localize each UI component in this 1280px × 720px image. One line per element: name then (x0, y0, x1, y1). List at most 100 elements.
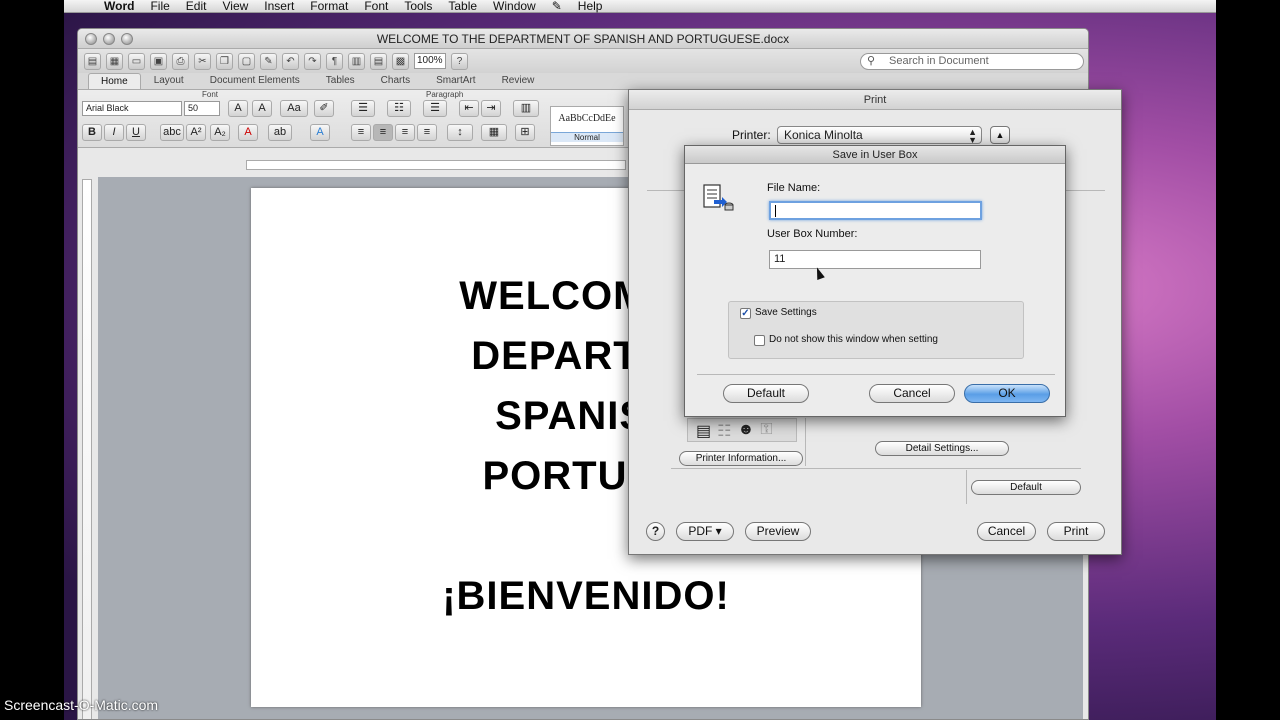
tab-charts[interactable]: Charts (368, 72, 423, 89)
multilevel-list-button[interactable]: ☰ (423, 100, 447, 117)
horizontal-ruler[interactable] (246, 160, 626, 170)
toolbox-icon[interactable]: ▩ (392, 52, 409, 70)
collapse-details-button[interactable]: ▲ (990, 126, 1010, 144)
print-icon[interactable]: ⎙ (172, 52, 189, 70)
align-center-button[interactable]: ≡ (373, 124, 393, 141)
show-formatting-icon[interactable]: ¶ (326, 52, 343, 70)
menu-edit[interactable]: Edit (186, 0, 207, 13)
clear-formatting-icon[interactable]: ✐ (314, 100, 334, 117)
pdf-menu-button[interactable]: PDF ▾ (676, 522, 734, 541)
gallery-icon[interactable]: ▤ (370, 52, 387, 70)
subscript-button[interactable]: A₂ (210, 124, 230, 141)
menu-tools[interactable]: Tools (404, 0, 432, 13)
align-right-button[interactable]: ≡ (395, 124, 415, 141)
cut-icon[interactable]: ✂ (194, 52, 211, 70)
redo-icon[interactable]: ↷ (304, 52, 321, 70)
user-box-number-input[interactable]: 11 (769, 250, 981, 269)
do-not-show-checkbox[interactable] (754, 335, 765, 346)
sidebar-icon[interactable]: ▥ (348, 52, 365, 70)
menu-insert[interactable]: Insert (264, 0, 294, 13)
user-box-divider (697, 374, 1055, 375)
help-button[interactable]: ? (646, 522, 665, 541)
style-name: Normal (551, 132, 623, 142)
menu-table[interactable]: Table (448, 0, 477, 13)
settings-group: ✓ Save Settings Do not show this window … (728, 301, 1024, 359)
tab-review[interactable]: Review (489, 72, 548, 89)
user-box-default-button[interactable]: Default (723, 384, 809, 403)
strikethrough-button[interactable]: abc (160, 124, 184, 141)
change-case-button[interactable]: Aa (280, 100, 308, 117)
queue-icon[interactable]: ☷ (717, 421, 731, 440)
menu-help[interactable]: Help (578, 0, 603, 13)
user-box-cancel-button[interactable]: Cancel (869, 384, 955, 403)
screencast-watermark: Screencast-O-Matic.com (4, 697, 159, 713)
user-box-icon (703, 184, 734, 211)
bullets-button[interactable]: ☰ (351, 100, 375, 117)
italic-button[interactable]: I (104, 124, 124, 141)
search-icon: ⚲ (867, 55, 876, 67)
user-box-ok-button[interactable]: OK (964, 384, 1050, 403)
search-input[interactable]: ⚲ Search in Document (860, 53, 1084, 70)
borders-button[interactable]: ⊞ (515, 124, 535, 141)
align-left-button[interactable]: ≡ (351, 124, 371, 141)
increase-indent-button[interactable]: ⇥ (481, 100, 501, 117)
tab-home[interactable]: Home (88, 73, 141, 89)
help-icon[interactable]: ? (451, 52, 468, 70)
preview-button[interactable]: Preview (745, 522, 811, 541)
menu-view[interactable]: View (222, 0, 248, 13)
ribbon-tabs: Home Layout Document Elements Tables Cha… (78, 73, 1088, 90)
divider-vertical (805, 418, 806, 466)
print-button[interactable]: Print (1047, 522, 1105, 541)
text-effects-button[interactable]: A (310, 124, 330, 141)
tab-document-elements[interactable]: Document Elements (197, 72, 313, 89)
file-name-input[interactable] (769, 201, 982, 220)
lock-icon[interactable]: ⚿ (760, 421, 772, 439)
font-color-button[interactable]: A (238, 124, 258, 141)
font-name-field[interactable]: Arial Black (82, 101, 182, 116)
user-icon[interactable]: ☻ (737, 421, 754, 439)
tab-tables[interactable]: Tables (313, 72, 368, 89)
style-normal[interactable]: AaBbCcDdEe Normal (550, 106, 624, 146)
templates-icon[interactable]: ▦ (106, 52, 123, 70)
print-cancel-button[interactable]: Cancel (977, 522, 1036, 541)
justify-button[interactable]: ≡ (417, 124, 437, 141)
decrease-indent-button[interactable]: ⇤ (459, 100, 479, 117)
bold-button[interactable]: B (82, 124, 102, 141)
printer-info-icon[interactable]: ▤ (696, 421, 711, 440)
printer-information-button[interactable]: Printer Information... (679, 451, 803, 466)
font-size-field[interactable]: 50 (184, 101, 220, 116)
menu-window[interactable]: Window (493, 0, 536, 13)
grow-font-button[interactable]: A (228, 100, 248, 117)
tab-smartart[interactable]: SmartArt (423, 72, 488, 89)
detail-settings-button[interactable]: Detail Settings... (875, 441, 1009, 456)
undo-icon[interactable]: ↶ (282, 52, 299, 70)
menu-font[interactable]: Font (364, 0, 388, 13)
menu-word[interactable]: Word (104, 0, 134, 13)
tab-layout[interactable]: Layout (141, 72, 197, 89)
menu-format[interactable]: Format (310, 0, 348, 13)
file-name-label: File Name: (767, 182, 821, 194)
format-painter-icon[interactable]: ✎ (260, 52, 277, 70)
menu-file[interactable]: File (150, 0, 169, 13)
copy-icon[interactable]: ❐ (216, 52, 233, 70)
menubar: Word File Edit View Insert Format Font T… (64, 0, 1216, 13)
shading-button[interactable]: ▦ (481, 124, 507, 141)
save-icon[interactable]: ▣ (150, 52, 167, 70)
new-document-icon[interactable]: ▤ (84, 52, 101, 70)
highlight-button[interactable]: ab (268, 124, 292, 141)
underline-button[interactable]: U (126, 124, 146, 141)
numbering-button[interactable]: ☷ (387, 100, 411, 117)
open-icon[interactable]: ▭ (128, 52, 145, 70)
vertical-ruler[interactable] (82, 179, 92, 719)
script-menu-icon[interactable]: ✎ (552, 0, 562, 13)
zoom-field[interactable]: 100% (414, 53, 446, 69)
line-spacing-button[interactable]: ↕ (447, 124, 473, 141)
shrink-font-button[interactable]: A (252, 100, 272, 117)
printer-select[interactable]: Konica Minolta ▲ ▼ (777, 126, 982, 145)
user-box-dialog-title: Save in User Box (685, 146, 1065, 164)
save-settings-checkbox[interactable]: ✓ (740, 308, 751, 319)
default-settings-button[interactable]: Default (971, 480, 1081, 495)
superscript-button[interactable]: A² (186, 124, 206, 141)
paste-icon[interactable]: ▢ (238, 52, 255, 70)
columns-button[interactable]: ▥ (513, 100, 539, 117)
